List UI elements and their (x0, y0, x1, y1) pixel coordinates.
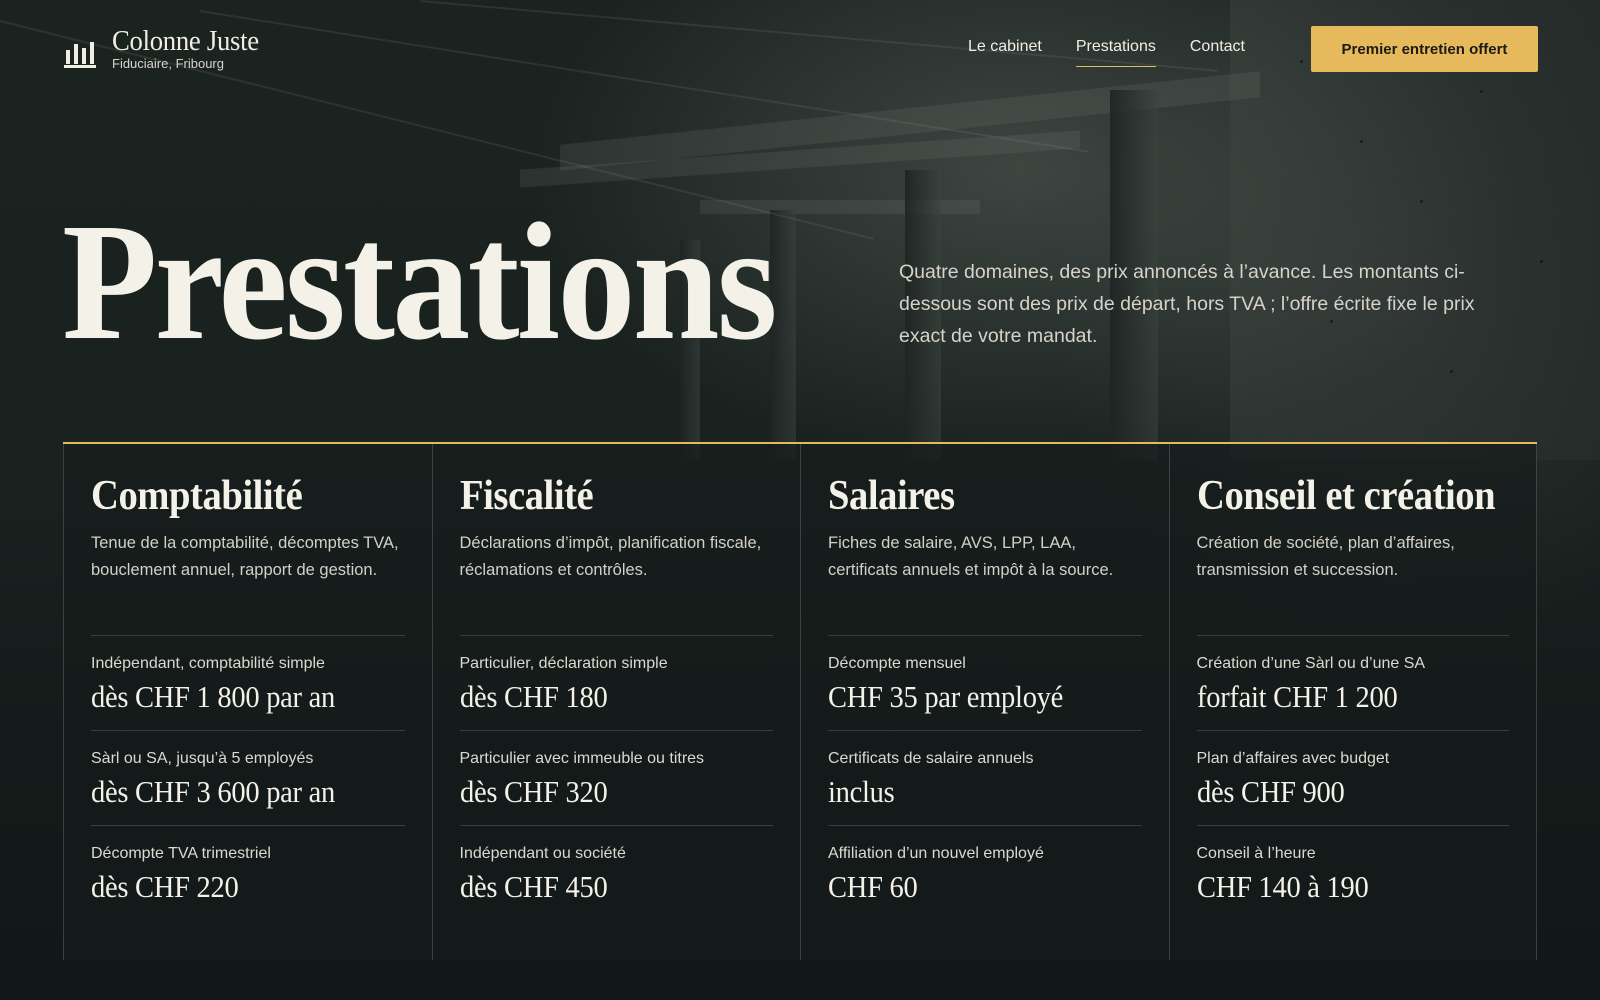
price-label: Création d’une Sàrl ou d’une SA (1196, 655, 1426, 672)
price-value: forfait CHF 1 200 (1196, 679, 1398, 714)
main-nav: Le cabinet Prestations Contact (968, 38, 1245, 67)
site-header: Colonne Juste Fiduciaire, Fribourg Le ca… (0, 0, 1600, 100)
price-row: Plan d’affaires avec budget dès CHF 900 (1196, 731, 1509, 826)
price-list: Indépendant, comptabilité simple dès CHF… (91, 635, 405, 921)
nav-item-le-cabinet[interactable]: Le cabinet (968, 38, 1042, 67)
price-row: Particulier, déclaration simple dès CHF … (459, 636, 773, 731)
brand-subtitle: Fiduciaire, Fribourg (112, 56, 224, 71)
price-row: Décompte mensuel CHF 35 par employé (828, 636, 1142, 731)
price-label: Sàrl ou SA, jusqu’à 5 employés (91, 750, 314, 767)
brand-name: Colonne Juste (112, 25, 259, 57)
price-label: Décompte TVA trimestriel (91, 845, 271, 862)
columns-icon (64, 38, 98, 68)
price-list: Création d’une Sàrl ou d’une SA forfait … (1196, 635, 1510, 921)
service-title: Conseil et création (1196, 473, 1496, 519)
price-label: Décompte mensuel (828, 655, 966, 672)
service-card-comptabilite: Comptabilité Tenue de la comptabilité, d… (63, 444, 432, 960)
price-value: dès CHF 1 800 par an (91, 679, 336, 714)
hero-description: Quatre domaines, des prix annoncés à l’a… (899, 261, 1475, 347)
price-label: Indépendant, comptabilité simple (91, 655, 325, 672)
price-value: CHF 60 (828, 869, 918, 904)
price-label: Affiliation d’un nouvel employé (828, 845, 1044, 862)
price-value: dès CHF 180 (459, 679, 608, 714)
service-card-fiscalite: Fiscalité Déclarations d’impôt, planific… (431, 444, 801, 960)
concrete-speck (1420, 200, 1423, 203)
service-card-salaires: Salaires Fiches de salaire, AVS, LPP, LA… (800, 444, 1169, 960)
price-row: Décompte TVA trimestriel dès CHF 220 (91, 826, 405, 921)
price-label: Indépendant ou société (459, 845, 626, 862)
price-label: Conseil à l’heure (1196, 845, 1316, 862)
service-title: Comptabilité (91, 473, 303, 519)
price-row: Conseil à l’heure CHF 140 à 190 (1197, 826, 1510, 921)
service-title: Fiscalité (459, 473, 594, 519)
service-description: Fiches de salaire, AVS, LPP, LAA, certif… (828, 534, 1114, 579)
price-row: Certificats de salaire annuels inclus (828, 731, 1142, 826)
price-value: dès CHF 220 (91, 869, 239, 904)
nav-item-prestations[interactable]: Prestations (1075, 38, 1156, 67)
price-value: dès CHF 3 600 par an (91, 774, 336, 809)
price-value: CHF 140 à 190 (1196, 869, 1369, 904)
brand-logo[interactable]: Colonne Juste Fiduciaire, Fribourg (64, 26, 272, 71)
price-label: Particulier, déclaration simple (459, 655, 668, 672)
concrete-speck (1360, 140, 1363, 143)
price-value: CHF 35 par employé (828, 679, 1064, 714)
price-value: dès CHF 900 (1196, 774, 1345, 809)
price-row: Création d’une Sàrl ou d’une SA forfait … (1196, 636, 1509, 731)
price-value: dès CHF 450 (459, 869, 608, 904)
cta-button[interactable]: Premier entretien offert (1311, 26, 1538, 72)
price-label: Plan d’affaires avec budget (1196, 750, 1390, 767)
price-value: dès CHF 320 (459, 774, 608, 809)
services-grid: Comptabilité Tenue de la comptabilité, d… (63, 442, 1537, 960)
service-description: Tenue de la comptabilité, décomptes TVA,… (91, 534, 399, 579)
concrete-speck (1450, 370, 1453, 373)
price-row: Particulier avec immeuble ou titres dès … (459, 731, 773, 826)
price-row: Indépendant ou société dès CHF 450 (460, 826, 774, 921)
price-label: Certificats de salaire annuels (828, 750, 1034, 767)
service-title: Salaires (828, 473, 955, 519)
page-title: Prestations (62, 189, 778, 375)
price-label: Particulier avec immeuble ou titres (459, 750, 705, 767)
price-row: Indépendant, comptabilité simple dès CHF… (91, 636, 405, 731)
price-row: Sàrl ou SA, jusqu’à 5 employés dès CHF 3… (91, 731, 405, 826)
price-list: Particulier, déclaration simple dès CHF … (459, 635, 774, 921)
service-description: Déclarations d’impôt, planification fisc… (459, 534, 762, 579)
nav-item-contact[interactable]: Contact (1190, 38, 1245, 67)
concrete-speck (1540, 260, 1543, 263)
service-card-conseil-creation: Conseil et création Création de société,… (1168, 444, 1537, 960)
price-row: Affiliation d’un nouvel employé CHF 60 (828, 826, 1142, 921)
price-value: inclus (828, 774, 895, 809)
price-list: Décompte mensuel CHF 35 par employé Cert… (828, 635, 1142, 921)
service-description: Création de société, plan d’affaires, tr… (1196, 534, 1455, 579)
